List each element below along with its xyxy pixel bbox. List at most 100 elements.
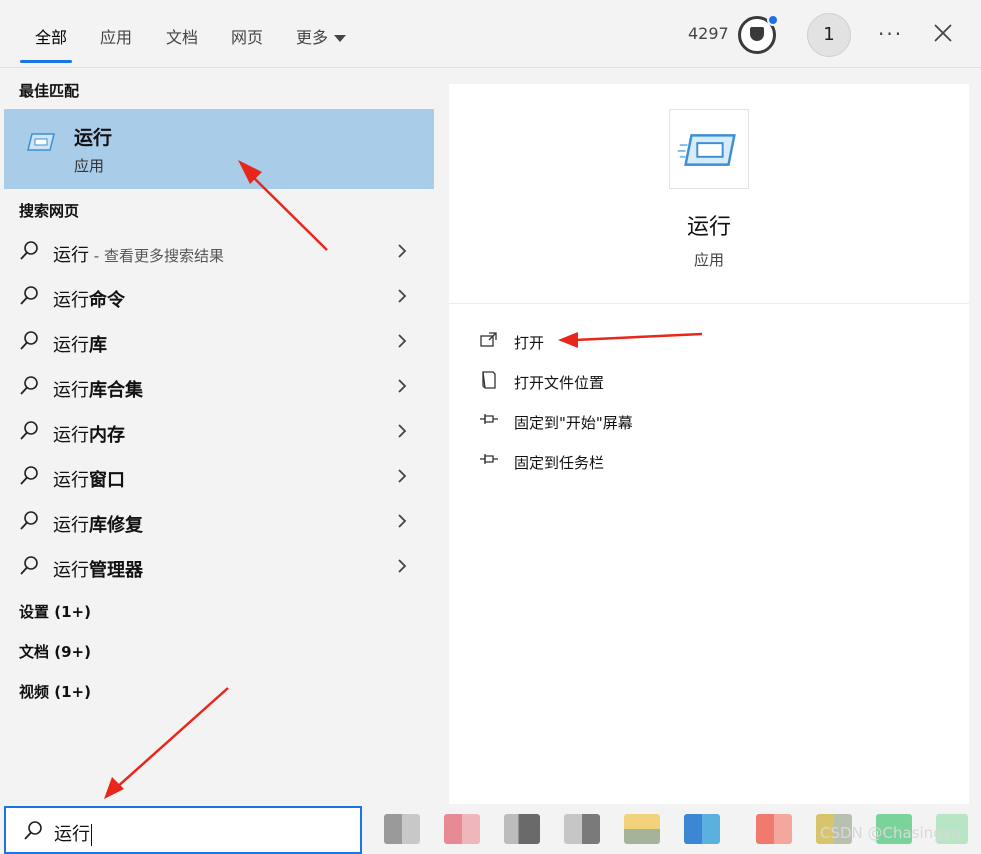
text-caret: [91, 824, 92, 846]
chevron-right-icon[interactable]: [394, 287, 410, 305]
chevron-right-icon[interactable]: [394, 332, 410, 350]
taskbar-app-icon[interactable]: [684, 814, 720, 844]
close-icon[interactable]: [932, 22, 954, 44]
tab-all[interactable]: 全部: [35, 24, 67, 48]
chevron-right-icon[interactable]: [394, 242, 410, 260]
chevron-right-icon[interactable]: [394, 512, 410, 530]
web-result-label: 运行内存: [53, 421, 125, 447]
tab-apps[interactable]: 应用: [100, 24, 132, 48]
preview-pane: 运行 应用 打开 打开文件位置 固定到"开始"屏幕 固定到任务栏: [449, 84, 969, 804]
web-result-suggestion: 内存: [89, 425, 125, 446]
search-icon: [20, 286, 38, 305]
tab-more-label: 更多: [296, 28, 329, 47]
pin-icon: [480, 414, 498, 424]
preview-title: 运行: [686, 215, 731, 240]
web-result-prefix: 运行: [53, 335, 89, 356]
tab-web[interactable]: 网页: [231, 24, 263, 48]
web-result-row[interactable]: 运行命令: [0, 275, 430, 320]
preview-subtitle: 应用: [693, 251, 724, 269]
taskbar-app-icon[interactable]: [384, 814, 420, 844]
web-result-row[interactable]: 运行内存: [0, 410, 430, 455]
taskbar: 运行 CSDN @Chasingyq: [0, 804, 981, 854]
tab-documents[interactable]: 文档: [166, 24, 198, 48]
web-search-heading: 搜索网页: [19, 202, 80, 220]
web-result-label: 运行库合集: [53, 376, 143, 402]
chevron-down-icon: [334, 35, 347, 42]
app-tile: [669, 109, 749, 189]
open-file-location-action[interactable]: 打开文件位置: [479, 366, 779, 396]
web-result-suggestion: 库: [89, 335, 107, 356]
web-result-prefix: 运行: [53, 470, 89, 491]
pin-icon: [480, 454, 498, 464]
web-result-suggestion: 管理器: [89, 560, 143, 581]
category-videos[interactable]: 视频 (1+): [19, 681, 91, 702]
web-result-suggestion: 窗口: [89, 470, 125, 491]
web-result-suggestion: 库修复: [89, 515, 143, 536]
search-icon: [20, 241, 38, 260]
search-icon: [20, 466, 38, 485]
pin-to-start-label: 固定到"开始"屏幕: [514, 414, 633, 432]
file-location-icon: [482, 371, 496, 389]
taskbar-app-icon[interactable]: [564, 814, 600, 844]
web-result-label: 运行库: [53, 331, 107, 357]
web-result-label: 运行窗口: [53, 466, 125, 492]
web-result-suggestion: 命令: [89, 290, 125, 311]
web-result-row[interactable]: 运行库修复: [0, 500, 430, 545]
avatar[interactable]: 1: [807, 13, 851, 57]
search-icon: [20, 421, 38, 440]
web-result-prefix: 运行: [53, 245, 89, 266]
web-result-row[interactable]: 运行窗口: [0, 455, 430, 500]
search-icon: [24, 821, 42, 840]
preview-header: 运行 应用: [449, 84, 969, 304]
pin-to-taskbar-label: 固定到任务栏: [514, 454, 605, 472]
taskbar-app-icon[interactable]: [444, 814, 480, 844]
open-file-location-label: 打开文件位置: [514, 374, 605, 392]
taskbar-app-icon[interactable]: [504, 814, 540, 844]
category-documents[interactable]: 文档 (9+): [19, 641, 91, 662]
web-result-label: 运行库修复: [53, 511, 143, 537]
best-match-subtitle: 应用: [74, 157, 105, 175]
open-icon: [480, 332, 497, 347]
watermark: CSDN @Chasingyq: [820, 824, 962, 842]
web-result-label: 运行命令: [53, 286, 125, 312]
web-result-prefix: 运行: [53, 560, 89, 581]
web-result-suggestion: 库合集: [89, 380, 143, 401]
search-icon: [20, 511, 38, 530]
web-result-row[interactable]: 运行库: [0, 320, 430, 365]
taskbar-app-icon[interactable]: [756, 814, 792, 844]
search-icon: [20, 331, 38, 350]
search-icon: [20, 556, 38, 575]
tab-more[interactable]: 更多: [296, 24, 347, 48]
category-settings[interactable]: 设置 (1+): [19, 601, 91, 622]
web-result-label: 运行管理器: [53, 556, 143, 582]
web-result-row[interactable]: 运行库合集: [0, 365, 430, 410]
open-action[interactable]: 打开: [479, 326, 779, 356]
web-result-row[interactable]: 运行管理器: [0, 545, 430, 590]
chevron-right-icon[interactable]: [394, 422, 410, 440]
web-result-prefix: 运行: [53, 425, 89, 446]
search-value-text: 运行: [54, 824, 90, 845]
taskbar-app-icon[interactable]: [624, 814, 660, 844]
notification-dot: [767, 14, 779, 26]
more-options-button[interactable]: ···: [878, 22, 903, 46]
web-result-row[interactable]: 运行 - 查看更多搜索结果: [0, 230, 430, 275]
web-result-label: 运行 - 查看更多搜索结果: [53, 241, 224, 267]
web-result-prefix: 运行: [53, 515, 89, 536]
trophy-cup-shape: [750, 27, 764, 41]
search-value: 运行: [54, 820, 92, 846]
open-label: 打开: [514, 334, 545, 352]
rewards-points: 4297: [688, 24, 729, 43]
chevron-right-icon[interactable]: [394, 557, 410, 575]
search-input[interactable]: 运行: [4, 806, 362, 854]
best-match-title: 运行: [74, 127, 113, 149]
top-bar: 全部 应用 文档 网页 更多 4297 1 ···: [0, 0, 981, 68]
web-result-prefix: 运行: [53, 290, 89, 311]
web-result-hint: - 查看更多搜索结果: [89, 247, 224, 265]
chevron-right-icon[interactable]: [394, 467, 410, 485]
pin-to-start-action[interactable]: 固定到"开始"屏幕: [479, 406, 779, 436]
pin-to-taskbar-action[interactable]: 固定到任务栏: [479, 446, 779, 476]
web-result-prefix: 运行: [53, 380, 89, 401]
chevron-right-icon[interactable]: [394, 377, 410, 395]
results-list: 最佳匹配 运行 应用 搜索网页 运行 - 查看更多搜索结果 运行命令 运行库 运行库合…: [0, 69, 440, 804]
best-match-result[interactable]: 运行 应用: [4, 109, 434, 189]
